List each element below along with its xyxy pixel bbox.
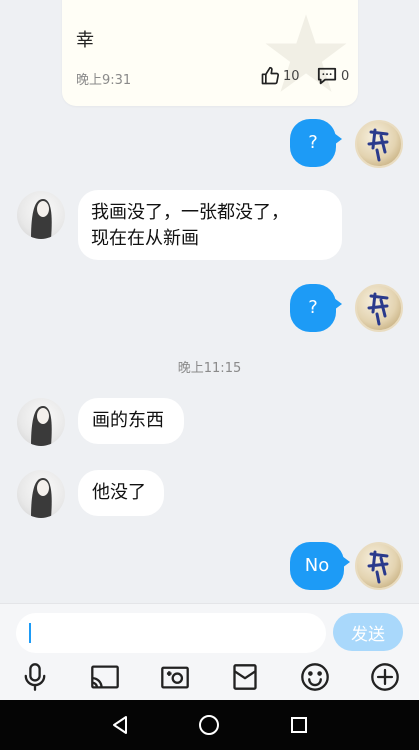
- message-text: ?: [308, 297, 318, 318]
- screen-cast-icon: [91, 665, 119, 689]
- friend-message-bubble[interactable]: 他没了: [78, 470, 164, 516]
- message-text: No: [304, 555, 330, 576]
- message-text: 现在在从新画: [91, 228, 199, 249]
- shared-post-card[interactable]: 幸 晚上9:31 10 0: [62, 0, 358, 106]
- recents-button[interactable]: [285, 711, 313, 739]
- like-count: 10: [283, 68, 300, 84]
- friend-message-bubble[interactable]: 画的东西: [78, 398, 184, 444]
- comment-count: 0: [341, 68, 350, 84]
- comment-icon: [317, 67, 337, 85]
- back-button[interactable]: [106, 711, 134, 739]
- voice-button[interactable]: [18, 661, 52, 693]
- thumbs-up-icon: [261, 66, 280, 85]
- my-avatar[interactable]: [355, 542, 403, 590]
- message-text: 他没了: [92, 482, 146, 503]
- friend-avatar[interactable]: [17, 398, 65, 446]
- avatar-calligraphy-image: [367, 550, 389, 584]
- camera-icon: [161, 666, 189, 689]
- avatar-portrait-image: [31, 406, 52, 446]
- text-caret: [29, 623, 31, 643]
- add-button[interactable]: [368, 661, 402, 693]
- timestamp: 晚上11:15: [177, 361, 242, 376]
- my-message-bubble[interactable]: ?: [290, 284, 342, 332]
- card-time: 晚上9:31: [76, 73, 132, 88]
- system-navigation-bar: [0, 700, 419, 750]
- comment-stat[interactable]: 0: [316, 66, 349, 86]
- friend-avatar[interactable]: [17, 470, 65, 518]
- emoji-icon: [301, 663, 329, 691]
- friend-message-bubble[interactable]: 我画没了，一张都没了， 现在在从新画: [78, 190, 342, 260]
- red-packet-icon: [233, 664, 257, 690]
- message-input[interactable]: [16, 613, 326, 653]
- input-toolbar: [0, 655, 419, 700]
- message-text: 画的东西: [92, 410, 164, 431]
- send-button[interactable]: 发送: [333, 613, 403, 651]
- my-message-bubble[interactable]: ?: [290, 119, 342, 167]
- recents-square-icon: [291, 717, 307, 733]
- friend-avatar[interactable]: [17, 191, 65, 239]
- camera-button[interactable]: [158, 661, 192, 693]
- message-text: ?: [308, 132, 318, 153]
- message-text: 我画没了，一张都没了，: [91, 202, 289, 223]
- back-triangle-icon: [113, 716, 127, 734]
- screen-cast-button[interactable]: [88, 661, 122, 693]
- avatar-calligraphy-image: [367, 128, 389, 162]
- emoji-button[interactable]: [298, 661, 332, 693]
- avatar-portrait-image: [31, 478, 52, 518]
- my-message-bubble[interactable]: No: [290, 542, 350, 590]
- home-circle-icon: [199, 715, 219, 735]
- red-packet-button[interactable]: [228, 661, 262, 693]
- add-icon: [371, 663, 399, 691]
- my-avatar[interactable]: [355, 284, 403, 332]
- my-avatar[interactable]: [355, 120, 403, 168]
- microphone-icon: [24, 663, 46, 691]
- avatar-calligraphy-image: [367, 292, 389, 326]
- chat-area[interactable]: 幸 晚上9:31 10 0 ? 我画没了，一张都没了， 现在在从新画 ? 晚上1…: [0, 0, 419, 603]
- avatar-portrait-image: [31, 199, 52, 239]
- message-input-bar: 发送: [0, 603, 419, 655]
- home-button[interactable]: [195, 711, 223, 739]
- card-text: 幸: [76, 30, 94, 51]
- like-stat[interactable]: 10: [260, 66, 300, 86]
